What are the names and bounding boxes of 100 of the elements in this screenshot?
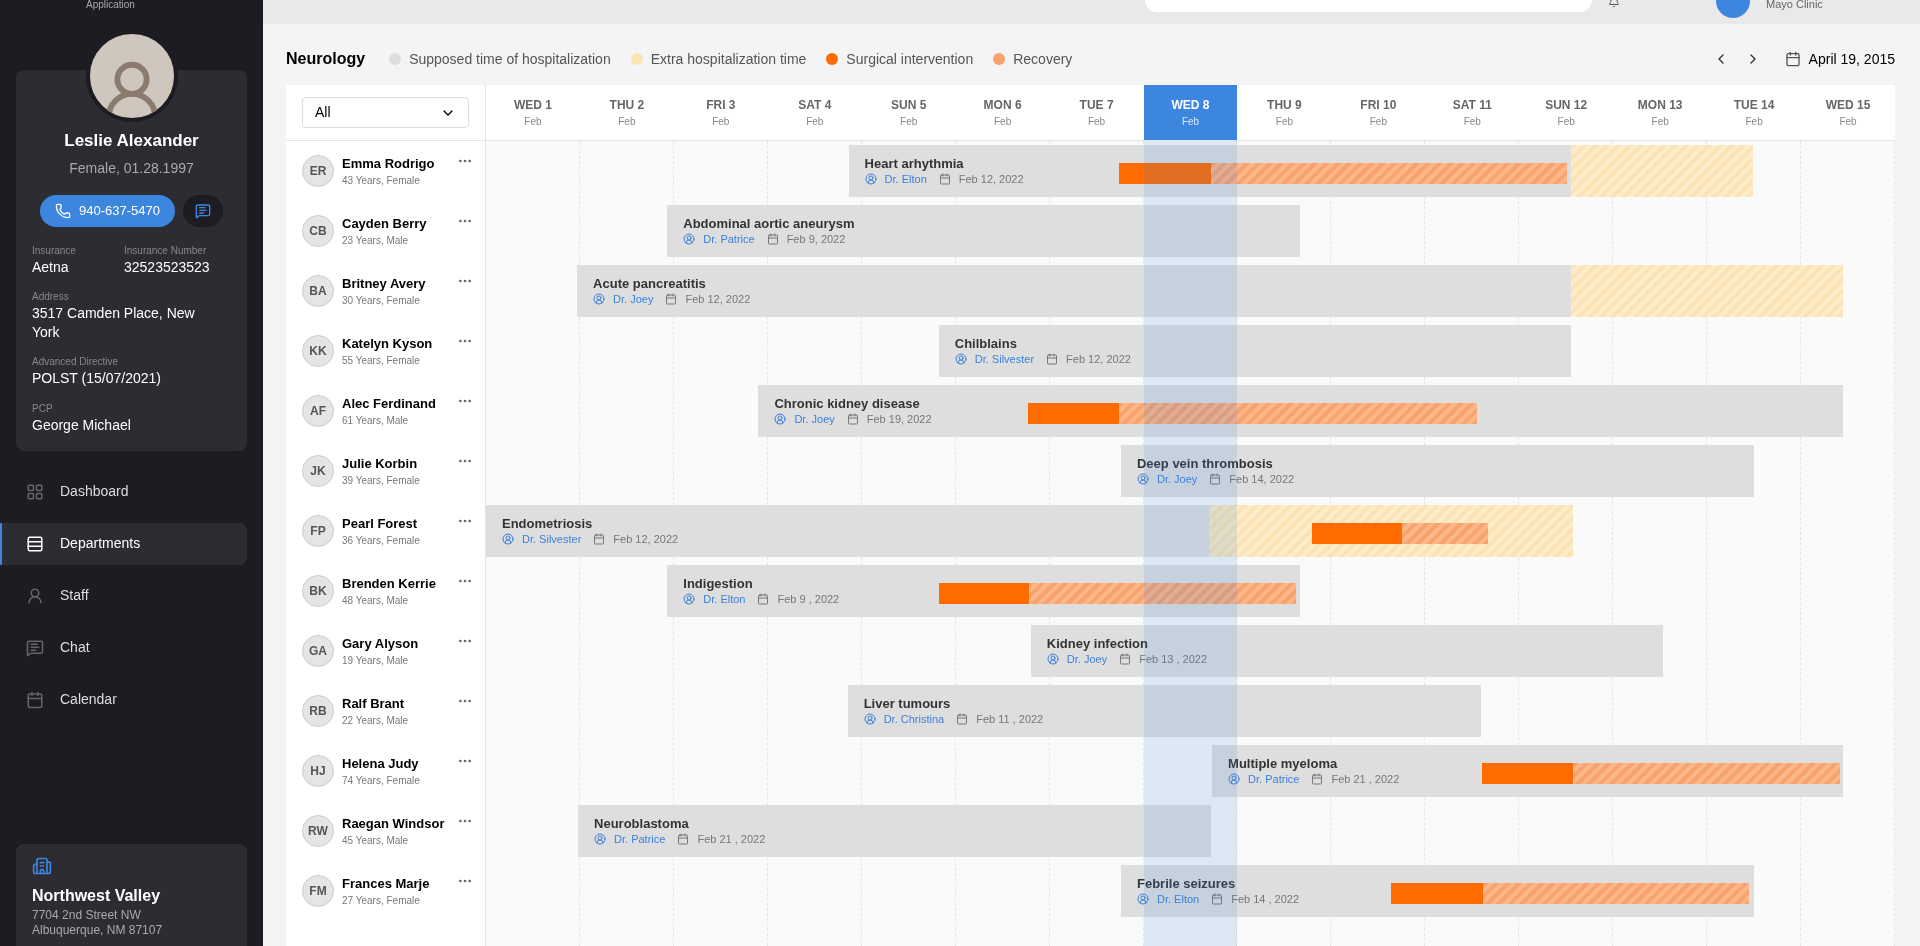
phone-button[interactable]: 940-637-5470: [40, 194, 175, 227]
calendar-icon: [1211, 893, 1224, 905]
patient-name[interactable]: Brenden Kerrie: [342, 573, 449, 594]
message-button[interactable]: [183, 194, 223, 227]
admission-date: Feb 9 , 2022: [777, 593, 840, 605]
doctor-name[interactable]: Dr. Silvester: [974, 353, 1035, 365]
doctor-icon: [954, 353, 967, 365]
admission-date: Feb 12, 2022: [613, 533, 679, 545]
patient-initials: RW: [302, 815, 334, 847]
admission-date: Feb 19, 2022: [866, 413, 932, 425]
patient-name[interactable]: Raegan Windsor: [342, 813, 449, 834]
nav-item[interactable]: Departments: [0, 522, 247, 565]
calendar-icon: [757, 593, 770, 605]
location-name: Northwest Valley: [32, 886, 162, 906]
nav-icon: [26, 690, 44, 709]
patient-name[interactable]: Pearl Forest: [342, 513, 449, 534]
day-header[interactable]: TUE 14 Feb: [1707, 85, 1802, 140]
patient-initials: FM: [302, 875, 334, 907]
patient-name[interactable]: Gary Alyson: [342, 633, 449, 654]
doctor-icon: [1137, 893, 1149, 905]
doctor-name[interactable]: Dr. Patrice: [703, 233, 755, 245]
patient-name[interactable]: Britney Avery: [342, 273, 449, 294]
doctor-name[interactable]: Dr. Elton: [703, 593, 746, 605]
doctor-name[interactable]: Dr. Christina: [883, 713, 945, 725]
patient-initials: GA: [302, 635, 334, 667]
field-label: Address: [32, 289, 70, 304]
patient-initials: BA: [302, 275, 334, 307]
patient-name[interactable]: Cayden Berry: [342, 213, 449, 234]
nav-item[interactable]: Staff: [0, 574, 247, 617]
day-header[interactable]: SAT 11 Feb: [1425, 85, 1520, 140]
patient-name[interactable]: Katelyn Kyson: [342, 333, 449, 354]
diagnosis-title: Deep vein thrombosis: [1137, 457, 1274, 470]
nav-item[interactable]: Calendar: [0, 678, 247, 721]
day-header[interactable]: MON 6 Feb: [955, 85, 1050, 140]
patient-initials: ER: [302, 155, 334, 187]
patient-name[interactable]: Frances Marje: [342, 873, 449, 894]
nav-icon: [26, 482, 44, 501]
patient-info: 22 Years, Male: [342, 714, 410, 729]
doctor-name[interactable]: Dr. Patrice: [614, 833, 666, 845]
patient-initials: CB: [302, 215, 334, 247]
patient-name[interactable]: Ralf Brant: [342, 693, 449, 714]
day-header[interactable]: WED 15 Feb: [1801, 85, 1895, 140]
diagnosis-title: Endometriosis: [502, 517, 594, 530]
building-icon: [32, 856, 52, 876]
filter-dropdown[interactable]: All: [302, 97, 469, 128]
patient-name[interactable]: Julie Korbin: [342, 453, 449, 474]
calendar-icon: [1119, 653, 1132, 665]
day-header[interactable]: SAT 4 Feb: [767, 85, 862, 140]
day-header[interactable]: WED 1 Feb: [486, 85, 580, 140]
location-address: Albuquerque, NM 87107: [32, 923, 164, 938]
doctor-name[interactable]: Dr. Silvester: [522, 533, 582, 545]
patient-info: 45 Years, Male: [342, 834, 410, 849]
doctor-icon: [1046, 653, 1059, 665]
patient-name: Leslie Alexander: [63, 130, 200, 152]
diagnosis-title: Febrile seizures: [1137, 877, 1237, 890]
field-value: Aetna: [32, 257, 70, 277]
doctor-name[interactable]: Dr. Joey: [613, 293, 654, 305]
calendar-icon: [846, 413, 859, 425]
admission-date: Feb 12, 2022: [958, 173, 1024, 185]
patient-name[interactable]: Alec Ferdinand: [342, 393, 449, 414]
admission-date: Feb 21 , 2022: [1331, 773, 1400, 785]
field-value: George Michael: [32, 415, 132, 435]
diagnosis-title: Indigestion: [683, 577, 754, 590]
patient-info: 43 Years, Female: [342, 174, 421, 189]
logo-subtitle: Application: [86, 0, 135, 10]
day-header[interactable]: THU 9 Feb: [1237, 85, 1332, 140]
field-label: Advanced Directive: [32, 355, 120, 370]
patient-name[interactable]: Emma Rodrigo: [342, 153, 449, 174]
doctor-name[interactable]: Dr. Joey: [1066, 653, 1108, 665]
field-value: 32523523523: [124, 257, 211, 277]
day-header[interactable]: THU 2 Feb: [579, 85, 674, 140]
chat-icon: [195, 202, 211, 219]
diagnosis-title: Heart arhythmia: [864, 157, 965, 170]
day-header[interactable]: MON 13 Feb: [1613, 85, 1708, 140]
doctor-name[interactable]: Dr. Joey: [794, 413, 835, 425]
nav-item[interactable]: Dashboard: [0, 470, 247, 513]
doctor-name[interactable]: Dr. Patrice: [1248, 773, 1300, 785]
day-header[interactable]: FRI 3 Feb: [673, 85, 768, 140]
diagnosis-title: Chilblains: [954, 337, 1018, 350]
patient-initials: RB: [302, 695, 334, 727]
doctor-icon: [864, 173, 877, 185]
day-header[interactable]: SUN 5 Feb: [861, 85, 956, 140]
doctor-icon: [502, 533, 514, 545]
patient-info: 27 Years, Female: [342, 894, 421, 909]
doctor-icon: [1228, 773, 1241, 785]
patient-info: 36 Years, Female: [342, 534, 421, 549]
day-header[interactable]: SUN 12 Feb: [1519, 85, 1614, 140]
doctor-icon: [683, 593, 696, 605]
diagnosis-title: Kidney infection: [1046, 637, 1149, 650]
day-header[interactable]: WED 8 Feb: [1143, 85, 1238, 140]
admission-date: Feb 12, 2022: [1066, 353, 1131, 365]
user-avatar[interactable]: [1716, 0, 1750, 18]
calendar-icon: [766, 233, 779, 245]
field-label: Insurance: [32, 243, 77, 258]
doctor-name[interactable]: Dr. Elton: [884, 173, 927, 185]
calendar-icon: [665, 293, 678, 305]
nav-item[interactable]: Chat: [0, 626, 247, 669]
day-header[interactable]: TUE 7 Feb: [1049, 85, 1144, 140]
day-header[interactable]: FRI 10 Feb: [1331, 85, 1426, 140]
patient-name[interactable]: Helena Judy: [342, 753, 449, 774]
